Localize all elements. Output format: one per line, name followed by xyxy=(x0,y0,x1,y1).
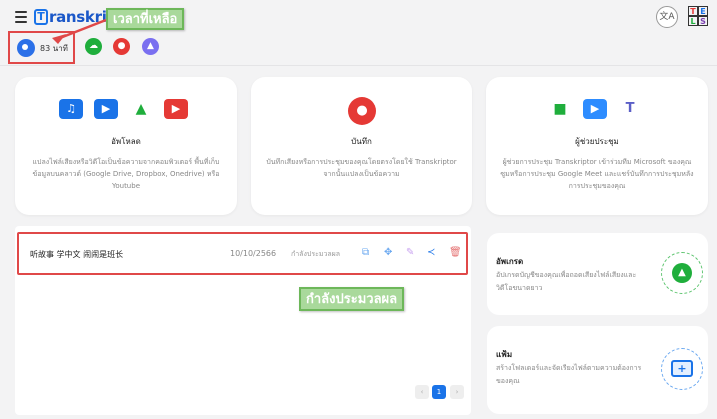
delete-icon[interactable]: 🗑 xyxy=(449,247,462,258)
upload-cloud-icon[interactable]: ☁ xyxy=(85,38,102,55)
folder-title: แฟ้ม xyxy=(496,350,513,359)
file-status: กำลังประมวลผล xyxy=(291,250,341,258)
record-card[interactable]: ● บันทึก บันทึกเสียงหรือการประชุมของคุณโ… xyxy=(251,77,472,215)
meeting-assistant-card[interactable]: ■ ▶ T ผู้ช่วยประชุม ผู้ช่วยการประชุม Tra… xyxy=(486,77,708,215)
youtube-icon[interactable]: ▶ xyxy=(164,99,188,119)
file-name[interactable]: 听故事 学中文 闹闹是班长 xyxy=(30,249,123,260)
upload-card[interactable]: ♫ ▶ ▲ ▶ อัพโหลด แปลงไฟล์เสียงหรือวิดีโอเ… xyxy=(15,77,237,215)
music-file-icon[interactable]: ♫ xyxy=(59,99,83,119)
add-folder-icon[interactable]: + xyxy=(661,348,703,390)
folder-card[interactable]: แฟ้ม สร้างโฟลเดอร์และจัดเรียงไฟล์ตามความ… xyxy=(487,326,708,414)
upgrade-title: อัพเกรด xyxy=(496,257,524,266)
microphone-icon[interactable]: ● xyxy=(113,38,130,55)
assistant-bot-icon[interactable]: ▲ xyxy=(142,38,159,55)
meeting-app-icons: ■ ▶ T xyxy=(548,99,642,119)
zoom-icon[interactable]: ▶ xyxy=(583,99,607,119)
meeting-assistant-card-title: ผู้ช่วยประชุม xyxy=(575,137,619,146)
file-date: 10/10/2566 xyxy=(230,249,277,258)
video-file-icon[interactable]: ▶ xyxy=(94,99,118,119)
record-card-title: บันทึก xyxy=(351,137,372,146)
remaining-time-box: 83 นาที xyxy=(8,31,75,64)
move-icon[interactable]: ✥ xyxy=(384,247,392,258)
rename-icon[interactable]: ✎ xyxy=(406,247,414,258)
upload-card-title: อัพโหลด xyxy=(111,137,141,146)
record-card-description: บันทึกเสียงหรือการประชุมของคุณโดยตรงโดยใ… xyxy=(266,158,457,178)
processing-callout: กำลังประมวลผล xyxy=(299,287,405,311)
pagination-prev[interactable]: ‹ xyxy=(415,385,429,399)
file-list: 听故事 学中文 闹闹是班长 10/10/2566 กำลังประมวลผล ⧉… xyxy=(15,226,471,415)
upload-card-description: แปลงไฟล์เสียงหรือวิดีโอเป็นข้อความจากคอม… xyxy=(32,158,220,190)
google-meet-icon[interactable]: ■ xyxy=(548,99,572,119)
microphone-icon[interactable]: ● xyxy=(348,97,376,125)
teams-icon[interactable]: T xyxy=(618,99,642,119)
upgrade-card[interactable]: อัพเกรด อัปเกรดบัญชีของคุณเพื่อถอดเสียงไ… xyxy=(487,233,708,315)
open-icon[interactable]: ⧉ xyxy=(362,247,369,258)
remaining-time-callout: เวลาที่เหลือ xyxy=(106,8,185,30)
upload-source-icons: ♫ ▶ ▲ ▶ xyxy=(59,99,188,119)
google-drive-icon[interactable]: ▲ xyxy=(129,99,153,119)
upgrade-description: อัปเกรดบัญชีของคุณเพื่อถอดเสียงไฟล์เสียง… xyxy=(496,271,637,292)
file-row[interactable]: 听故事 学中文 闹闹是班长 10/10/2566 กำลังประมวลผล ⧉… xyxy=(17,232,468,275)
remaining-time: 83 นาที xyxy=(40,44,68,53)
clock-icon xyxy=(17,39,35,57)
upgrade-arrow-icon[interactable]: ▲ xyxy=(661,252,703,294)
pagination-page[interactable]: 1 xyxy=(432,385,446,399)
pagination-next[interactable]: › xyxy=(450,385,464,399)
share-icon[interactable]: ≺ xyxy=(427,247,435,258)
meeting-assistant-card-description: ผู้ช่วยการประชุม Transkriptor เข้าร่วมที… xyxy=(500,158,694,190)
folder-description: สร้างโฟลเดอร์และจัดเรียงไฟล์ตามความต้องก… xyxy=(496,364,642,385)
